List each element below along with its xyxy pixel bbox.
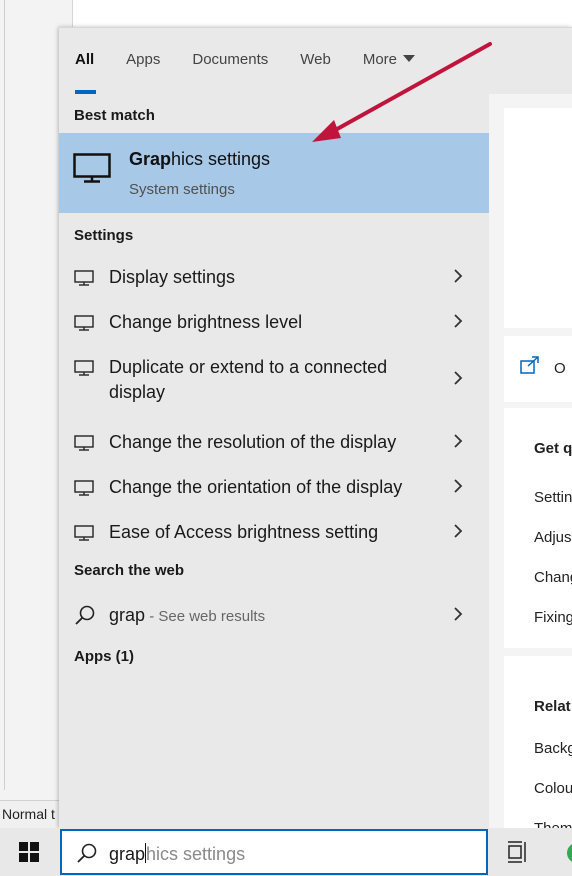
- web-hint: - See web results: [145, 608, 266, 625]
- settings-item-label: Change brightness level: [109, 312, 303, 332]
- chevron-right-icon: [454, 314, 463, 328]
- preview-related-item[interactable]: Colou: [534, 780, 572, 797]
- settings-item-change-orientation[interactable]: Change the orientation of the display: [59, 464, 489, 509]
- preview-related-card: Relat Backg Colou Them: [504, 656, 572, 836]
- tab-web-label: Web: [300, 51, 331, 68]
- tab-more[interactable]: More: [347, 28, 431, 94]
- settings-item-label: Change the resolution of the display: [109, 432, 397, 452]
- monitor-icon: [74, 480, 94, 496]
- caret-down-icon: [403, 55, 416, 62]
- web-search-result[interactable]: grap - See web results: [59, 594, 489, 639]
- monitor-icon: [74, 315, 94, 331]
- tab-apps[interactable]: Apps: [110, 28, 176, 94]
- monitor-icon: [73, 153, 111, 183]
- monitor-icon: [74, 525, 94, 541]
- chevron-right-icon: [454, 607, 463, 621]
- best-match-title: Graphics settings: [129, 149, 270, 170]
- tab-all[interactable]: All: [59, 28, 110, 94]
- preview-related-item[interactable]: Backg: [534, 740, 572, 757]
- search-tabs: All Apps Documents Web More: [59, 28, 489, 94]
- windows-logo-icon: [19, 842, 39, 862]
- apps-heading: Apps (1): [74, 648, 134, 665]
- tab-all-label: All: [75, 51, 95, 68]
- preview-open-label: O: [554, 360, 566, 377]
- monitor-icon: [74, 270, 94, 286]
- preview-pane: O Get q Settin Adjus Chang Fixing Relat …: [489, 94, 572, 836]
- preview-header-card: [504, 108, 572, 328]
- taskbar: graphics settings: [0, 828, 572, 876]
- results-list: Best match Graphics settings System sett…: [59, 94, 489, 829]
- preview-quick-title: Get q: [534, 440, 572, 457]
- best-match-result[interactable]: Graphics settings System settings: [59, 133, 489, 213]
- settings-item-label: Ease of Access brightness setting: [109, 522, 379, 542]
- preview-open-card[interactable]: O: [504, 336, 572, 402]
- background-app-divider: [4, 0, 5, 790]
- preview-related-title: Relat: [534, 698, 571, 715]
- search-icon: [77, 843, 97, 863]
- preview-quick-item[interactable]: Adjus: [534, 529, 572, 546]
- preview-quick-item[interactable]: Settin: [534, 489, 572, 506]
- search-input[interactable]: graphics settings: [109, 843, 245, 865]
- tab-web[interactable]: Web: [284, 28, 347, 94]
- preview-quick-item[interactable]: Fixing: [534, 609, 572, 626]
- settings-item-label: Change the orientation of the display: [109, 477, 403, 497]
- background-status-text: Normal t: [2, 806, 55, 822]
- chrome-icon[interactable]: [566, 842, 572, 864]
- chevron-right-icon: [454, 479, 463, 493]
- preview-quick-help-card: Get q Settin Adjus Chang Fixing: [504, 408, 572, 648]
- search-suggestion-text: hics settings: [146, 844, 246, 864]
- tab-documents[interactable]: Documents: [176, 28, 284, 94]
- tab-documents-label: Documents: [192, 51, 269, 68]
- settings-heading: Settings: [74, 227, 134, 244]
- best-match-subtitle: System settings: [129, 181, 235, 198]
- chevron-right-icon: [454, 371, 463, 385]
- open-external-icon: [520, 356, 539, 374]
- best-match-title-rest: hics settings: [171, 149, 271, 169]
- search-panel: All Apps Documents Web More Best match G…: [59, 27, 572, 836]
- start-button[interactable]: [0, 828, 59, 876]
- settings-item-display-settings[interactable]: Display settings: [59, 254, 489, 299]
- tab-apps-label: Apps: [126, 51, 161, 68]
- search-icon: [75, 605, 95, 625]
- task-view-icon[interactable]: [500, 838, 536, 866]
- settings-item-label: Display settings: [109, 267, 236, 287]
- chevron-right-icon: [454, 434, 463, 448]
- chevron-right-icon: [454, 269, 463, 283]
- search-web-heading: Search the web: [74, 562, 185, 579]
- settings-item-label: Duplicate or extend to a connected displ…: [109, 357, 388, 402]
- settings-item-change-brightness[interactable]: Change brightness level: [59, 299, 489, 344]
- web-result-text: grap - See web results: [109, 603, 439, 629]
- best-match-heading: Best match: [74, 107, 155, 124]
- monitor-icon: [74, 360, 94, 376]
- best-match-title-bold: Grap: [129, 149, 172, 169]
- chevron-right-icon: [454, 524, 463, 538]
- search-typed-text: grap: [109, 844, 146, 864]
- tab-more-label: More: [362, 51, 398, 68]
- settings-item-change-resolution[interactable]: Change the resolution of the display: [59, 419, 489, 464]
- settings-item-ease-of-access-brightness[interactable]: Ease of Access brightness setting: [59, 509, 489, 554]
- web-query: grap: [109, 605, 146, 625]
- taskbar-search-box[interactable]: graphics settings: [60, 829, 488, 875]
- settings-item-duplicate-extend[interactable]: Duplicate or extend to a connected displ…: [59, 344, 489, 409]
- preview-quick-item[interactable]: Chang: [534, 569, 572, 586]
- monitor-icon: [74, 435, 94, 451]
